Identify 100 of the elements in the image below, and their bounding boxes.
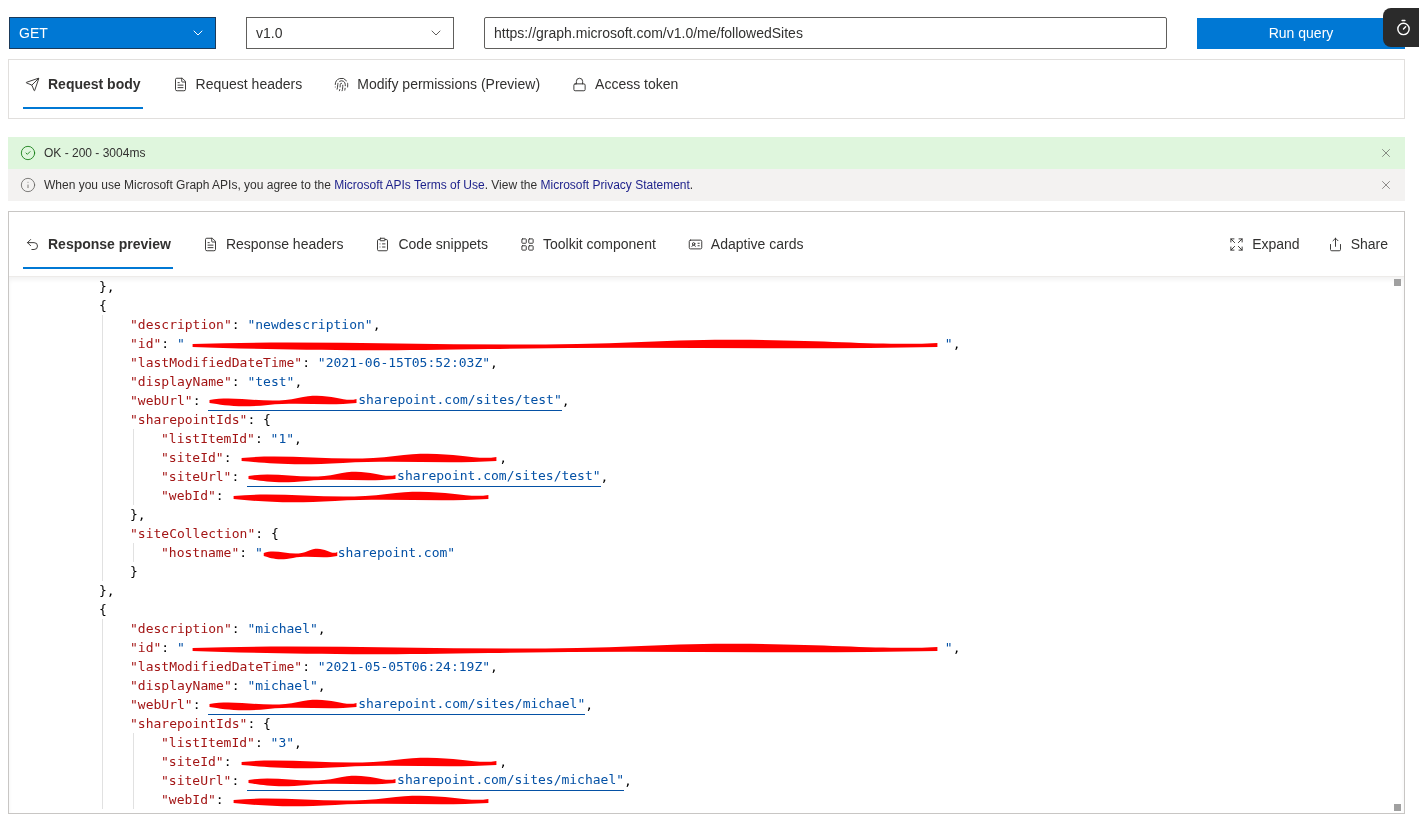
run-query-button[interactable]: Run query — [1197, 17, 1405, 49]
json-punctuation: : — [215, 486, 225, 505]
json-punctuation: : — [215, 790, 225, 809]
json-key: "sharepointIds" — [130, 713, 248, 734]
json-link[interactable]: sharepoint.com/sites/test" — [397, 466, 601, 486]
json-key: "description" — [130, 618, 232, 639]
json-punctuation: , — [624, 771, 632, 790]
json-punctuation: : — [231, 315, 241, 334]
json-punctuation: : — [161, 638, 171, 657]
notice-link[interactable]: Microsoft Privacy Statement — [540, 178, 690, 192]
lock-icon — [572, 77, 588, 92]
json-string: "2021-06-15T05:52:03Z" — [317, 353, 491, 372]
json-punctuation: , — [952, 638, 961, 657]
json-punctuation: : { — [247, 714, 271, 733]
share-icon — [1327, 236, 1343, 252]
json-string: "3" — [270, 733, 295, 752]
json-punctuation: , — [317, 676, 326, 695]
json-string: "newdescription" — [247, 315, 373, 334]
status-message: OK - 200 - 3004ms — [44, 145, 146, 162]
json-link[interactable]: sharepoint.com/sites/michael" — [358, 694, 586, 714]
send-icon — [25, 77, 40, 92]
json-punctuation: : — [161, 334, 171, 353]
json-key: "sharepointIds" — [130, 409, 248, 430]
json-punctuation: : — [254, 733, 264, 752]
notice-link[interactable]: Microsoft APIs Terms of Use — [334, 178, 485, 192]
timer-button[interactable] — [1383, 8, 1419, 47]
json-string: " — [176, 334, 185, 353]
action-button[interactable]: Share — [1327, 233, 1388, 255]
grid-icon — [520, 236, 535, 252]
tab[interactable]: Response headers — [200, 219, 346, 269]
json-key: "description" — [130, 314, 232, 335]
json-punctuation: , — [585, 695, 594, 714]
url-field[interactable]: https://graph.microsoft.com/v1.0/me/followedSites — [484, 17, 1167, 49]
json-punctuation: : — [254, 429, 264, 448]
json-punctuation: { — [99, 296, 107, 315]
notice-message: When you use Microsoft Graph APIs, you agree to the Microsoft APIs Terms of Use. View the Microsoft Privacy Statement. — [44, 177, 694, 194]
json-punctuation: , — [317, 619, 326, 638]
json-punctuation: : — [223, 752, 233, 771]
tab[interactable]: Request body — [23, 60, 143, 109]
json-punctuation: : — [192, 695, 202, 714]
document-icon — [202, 236, 218, 252]
json-punctuation: , — [294, 733, 302, 752]
json-punctuation: , — [490, 353, 498, 372]
json-key: "siteUrl" — [161, 466, 232, 487]
json-punctuation: , — [600, 467, 609, 486]
json-key: "siteUrl" — [161, 770, 232, 791]
json-punctuation: : — [302, 353, 311, 372]
json-link[interactable]: sharepoint.com/sites/test" — [358, 390, 562, 410]
json-punctuation: : — [231, 619, 241, 638]
json-key: "hostname" — [161, 542, 240, 563]
json-punctuation: , — [561, 391, 570, 410]
json-punctuation: : — [302, 657, 311, 676]
json-string: "1" — [270, 429, 295, 448]
json-link[interactable]: sharepoint.com/sites/michael" — [397, 770, 625, 790]
json-key: "listItemId" — [161, 732, 255, 753]
json-punctuation: , — [372, 315, 381, 334]
json-string: " — [944, 334, 953, 353]
json-punctuation: : { — [247, 410, 271, 429]
json-string: "2021-05-05T06:24:19Z" — [317, 657, 491, 676]
method-dropdown[interactable]: GET — [9, 17, 216, 49]
json-string: " — [176, 638, 185, 657]
json-key: "webUrl" — [130, 390, 193, 411]
tab[interactable]: Code snippets — [373, 219, 490, 269]
stopwatch-icon — [1394, 19, 1412, 36]
check-circle-icon — [20, 145, 36, 161]
tab[interactable]: Toolkit component — [518, 219, 658, 269]
json-punctuation: , — [952, 334, 961, 353]
json-punctuation: { — [99, 600, 107, 619]
json-punctuation: , — [490, 657, 498, 676]
tab[interactable]: Modify permissions (Preview) — [332, 60, 543, 109]
json-key: "listItemId" — [161, 428, 255, 449]
json-punctuation: , — [294, 372, 303, 391]
json-punctuation: : — [231, 676, 241, 695]
json-punctuation: }, — [130, 505, 146, 524]
json-string: " — [944, 638, 953, 657]
json-key: "id" — [130, 637, 162, 658]
json-punctuation: , — [499, 752, 508, 771]
json-key: "webUrl" — [130, 694, 193, 715]
json-punctuation: , — [499, 448, 508, 467]
close-icon[interactable] — [1379, 146, 1393, 160]
json-punctuation: : — [239, 543, 249, 562]
json-string: "michael" — [247, 619, 318, 638]
version-dropdown[interactable]: v1.0 — [246, 17, 454, 49]
json-punctuation: } — [130, 562, 138, 581]
tab[interactable]: Request headers — [170, 60, 305, 109]
json-punctuation: }, — [99, 277, 115, 296]
info-icon — [20, 177, 36, 193]
expand-icon — [1229, 236, 1245, 252]
json-string: "test" — [247, 372, 295, 391]
tab[interactable]: Response preview — [23, 219, 173, 269]
card-icon — [687, 236, 703, 252]
json-key: "lastModifiedDateTime" — [130, 352, 303, 373]
close-icon[interactable] — [1379, 178, 1393, 192]
tab[interactable]: Adaptive cards — [685, 219, 806, 269]
json-punctuation: : — [223, 448, 233, 467]
json-string: "michael" — [247, 676, 318, 695]
action-button[interactable]: Expand — [1229, 233, 1300, 255]
json-key: "displayName" — [130, 675, 232, 696]
tab[interactable]: Access token — [570, 60, 681, 109]
json-punctuation: : — [192, 391, 202, 410]
